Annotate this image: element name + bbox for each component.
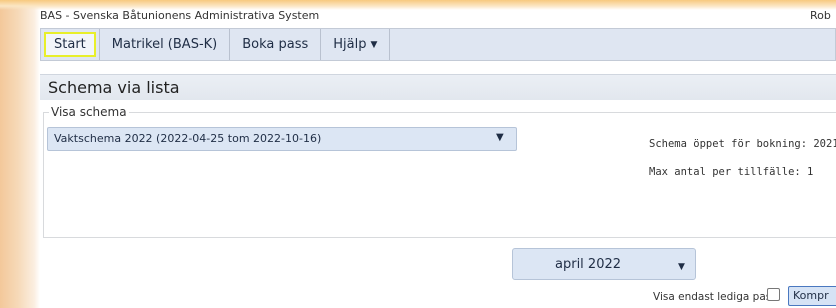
max-per-occasion-info: Max antal per tillfälle: 1: [649, 166, 814, 178]
menu-boka-pass-label: Boka pass: [242, 37, 309, 52]
month-select-value: april 2022: [555, 257, 622, 272]
chevron-down-icon: ▼: [678, 262, 685, 272]
menu-hjalp[interactable]: Hjälp ▼: [321, 29, 391, 60]
schedule-select[interactable]: Vaktschema 2022 (2022-04-25 tom 2022-10-…: [47, 127, 517, 151]
free-only-label: Visa endast lediga pass: [653, 291, 777, 303]
fieldset-legend: Visa schema: [49, 105, 129, 119]
compress-button[interactable]: Kompr: [788, 286, 836, 306]
menubar: Start Matrikel (BAS-K) Boka pass Hjälp ▼: [40, 28, 836, 61]
user-name: Rob: [810, 9, 831, 22]
menu-hjalp-label: Hjälp: [333, 37, 367, 52]
free-only-checkbox[interactable]: [767, 288, 780, 301]
booking-open-info: Schema öppet för bokning: 2021-: [649, 138, 836, 150]
menu-boka-pass[interactable]: Boka pass: [230, 29, 322, 60]
menu-matrikel-label: Matrikel (BAS-K): [111, 37, 218, 52]
menu-start-label: Start: [54, 37, 86, 52]
page-title: Schema via lista: [48, 78, 180, 97]
menu-matrikel[interactable]: Matrikel (BAS-K): [98, 29, 231, 60]
chevron-down-icon: ▼: [370, 39, 378, 50]
chevron-down-icon: ▼: [496, 132, 504, 143]
page-header: Schema via lista: [40, 74, 836, 100]
menu-start[interactable]: Start: [44, 32, 96, 57]
app-title: BAS - Svenska Båtunionens Administrativa…: [40, 9, 320, 22]
